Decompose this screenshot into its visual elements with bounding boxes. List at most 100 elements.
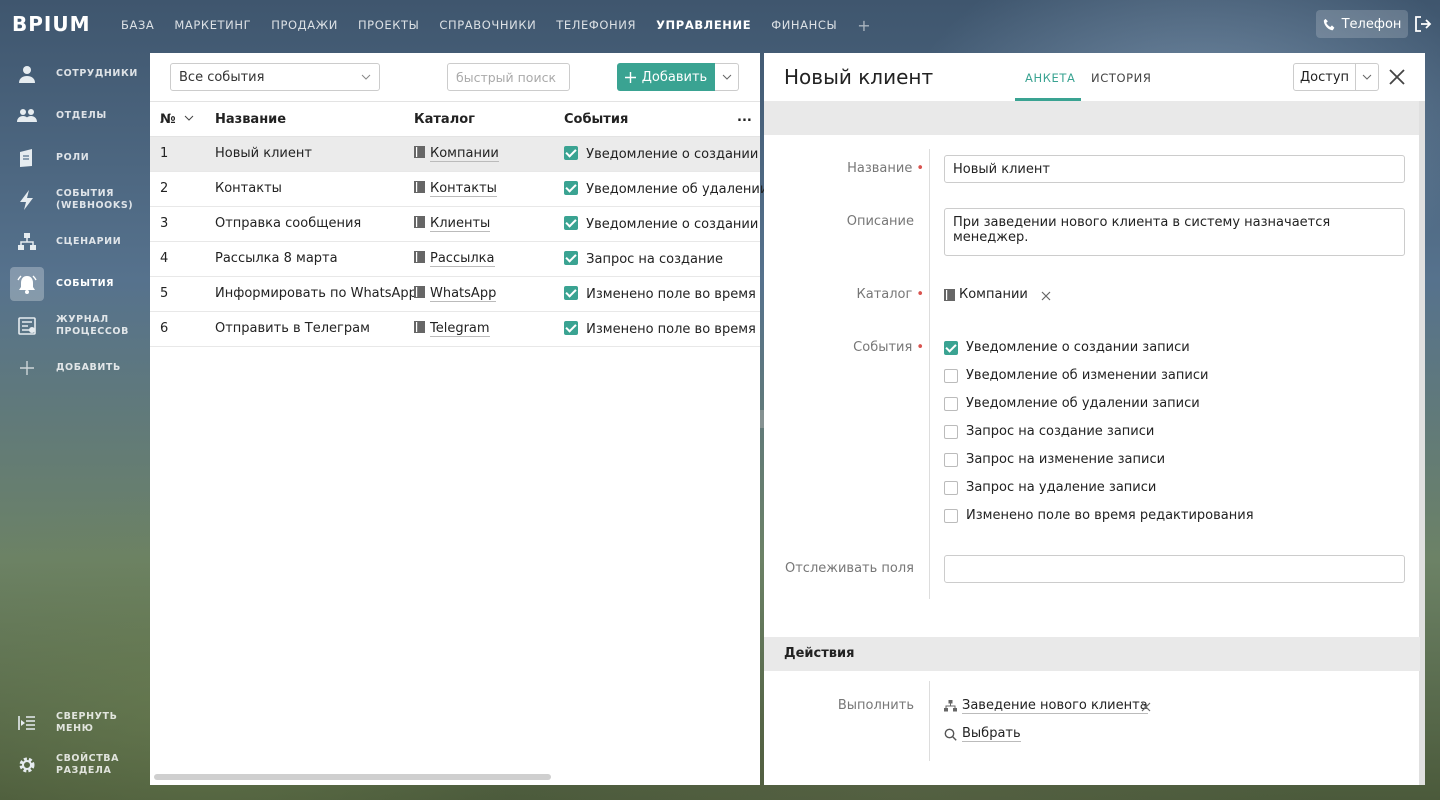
sidebar-item-process-journal[interactable]: ЖУРНАЛ ПРОЦЕССОВ (10, 308, 148, 344)
topnav-item-finance[interactable]: ФИНАНСЫ (761, 18, 847, 32)
column-header-name[interactable]: Название (215, 112, 286, 127)
tab-anketa[interactable]: АНКЕТА (1025, 71, 1075, 85)
topnav-item-sales[interactable]: ПРОДАЖИ (261, 18, 348, 32)
sidebar-collapse-menu[interactable]: СВЕРНУТЬ МЕНЮ (10, 705, 148, 741)
column-header-events[interactable]: События (564, 112, 628, 127)
sidebar-item-label: СЦЕНАРИИ (56, 236, 122, 247)
phone-button[interactable]: Телефон (1316, 10, 1408, 38)
event-checkbox-update-notify[interactable]: Уведомление об изменении записи (944, 368, 1208, 383)
quick-search-input[interactable] (447, 63, 570, 91)
book-icon (414, 251, 425, 263)
row-catalog[interactable]: Контакты (414, 181, 497, 197)
add-dropdown-button[interactable] (715, 63, 739, 91)
row-event: Уведомление об удалении (564, 181, 768, 197)
event-checkbox-create-notify[interactable]: Уведомление о создании записи (944, 340, 1190, 355)
row-catalog[interactable]: Рассылка (414, 251, 495, 267)
action-scenario-link[interactable]: Заведение нового клиента (944, 698, 1148, 714)
row-num: 3 (160, 216, 169, 231)
sidebar-item-label: ОТДЕЛЫ (56, 110, 107, 121)
topnav-item-telephony[interactable]: ТЕЛЕФОНИЯ (546, 18, 646, 32)
sidebar-item-employees[interactable]: СОТРУДНИКИ (10, 56, 148, 92)
events-filter-value: Все события (179, 69, 265, 85)
topnav-item-baza[interactable]: БАЗА (111, 18, 164, 32)
remove-action-icon[interactable] (1141, 702, 1151, 712)
name-field[interactable] (944, 155, 1405, 183)
topnav-item-directories[interactable]: СПРАВОЧНИКИ (429, 18, 546, 32)
field-labels: Название • Описание Каталог • События • Отс… (764, 53, 924, 785)
event-checkbox-create-request[interactable]: Запрос на создание записи (944, 424, 1154, 439)
row-catalog[interactable]: Telegram (414, 321, 490, 337)
topnav-add-icon[interactable]: + (847, 16, 880, 35)
track-fields-input[interactable] (944, 555, 1405, 583)
chevron-down-icon (1362, 74, 1372, 80)
sidebar-item-label: ДОБАВИТЬ (56, 362, 121, 373)
sidebar-item-roles[interactable]: РОЛИ (10, 140, 148, 176)
checkbox-unchecked (944, 508, 958, 523)
journal-icon (10, 309, 44, 343)
checkbox-unchecked (944, 452, 958, 467)
event-checkbox-delete-request[interactable]: Запрос на удаление записи (944, 480, 1156, 495)
sidebar-item-label: СВОЙСТВА РАЗДЕЛА (56, 753, 120, 776)
app-logo[interactable]: BPIUM (12, 12, 91, 36)
remove-catalog-icon[interactable] (1041, 291, 1051, 301)
select-action-button[interactable]: Выбрать (944, 726, 1021, 742)
sidebar-item-add[interactable]: ДОБАВИТЬ (10, 350, 148, 386)
access-button[interactable]: Доступ (1293, 63, 1356, 91)
row-catalog[interactable]: Компании (414, 146, 499, 162)
topnav-item-marketing[interactable]: МАРКЕТИНГ (164, 18, 261, 32)
sidebar-item-label: СОТРУДНИКИ (56, 68, 138, 79)
catalog-value-label: Компании (959, 287, 1028, 302)
book-icon (414, 146, 425, 158)
table-row[interactable]: 2 Контакты Контакты Уведомление об удале… (150, 172, 768, 207)
checkbox-checked (944, 340, 958, 355)
select-action-label: Выбрать (962, 726, 1021, 742)
table-row[interactable]: 6 Отправить в Телеграм Telegram Изменено… (150, 312, 760, 347)
topnav-item-projects[interactable]: ПРОЕКТЫ (348, 18, 429, 32)
event-checkbox-field-changed[interactable]: Изменено поле во время редактирования (944, 508, 1254, 523)
column-header-catalog[interactable]: Каталог (414, 112, 475, 127)
event-checkbox-delete-notify[interactable]: Уведомление об удалении записи (944, 396, 1200, 411)
row-name: Рассылка 8 марта (215, 251, 338, 266)
topnav-item-management[interactable]: УПРАВЛЕНИЕ (646, 18, 761, 32)
field-divider (929, 681, 930, 761)
field-label-catalog: Каталог • (856, 287, 925, 302)
row-catalog[interactable]: Клиенты (414, 216, 491, 232)
collapse-menu-icon (10, 706, 44, 740)
sidebar-item-scenarios[interactable]: СЦЕНАРИИ (10, 224, 148, 260)
columns-more-button[interactable]: ... (737, 110, 752, 125)
vertical-scrollbar[interactable] (1419, 101, 1425, 785)
events-filter-select[interactable]: Все события (170, 63, 380, 91)
sidebar-item-events[interactable]: СОБЫТИЯ (10, 266, 148, 302)
column-header-num[interactable]: № (160, 112, 194, 127)
event-checkbox-update-request[interactable]: Запрос на изменение записи (944, 452, 1165, 467)
chevron-down-icon (722, 74, 731, 80)
field-label-execute: Выполнить (837, 698, 914, 713)
table-row[interactable]: 4 Рассылка 8 марта Рассылка Запрос на со… (150, 242, 760, 277)
description-field[interactable]: При заведении нового клиента в систему н… (944, 208, 1405, 256)
row-name: Отправка сообщения (215, 216, 362, 231)
field-label-description: Описание (846, 214, 914, 229)
table-row[interactable]: 3 Отправка сообщения Клиенты Уведомление… (150, 207, 760, 242)
add-button-label: Добавить (641, 69, 708, 85)
checkbox-unchecked (944, 424, 958, 439)
tab-history[interactable]: ИСТОРИЯ (1091, 71, 1151, 85)
sidebar-item-webhooks[interactable]: СОБЫТИЯ (WEBHOOKS) (10, 182, 148, 218)
actions-title: Действия (784, 646, 855, 661)
close-icon[interactable] (1388, 68, 1406, 86)
row-catalog[interactable]: WhatsApp (414, 286, 497, 302)
catalog-value[interactable]: Компании (944, 287, 1028, 302)
table-row[interactable]: 5 Информировать по WhatsApp WhatsApp Изм… (150, 277, 760, 312)
row-num: 1 (160, 146, 169, 161)
table-row[interactable]: 1 Новый клиент Компании Уведомление о со… (150, 137, 760, 172)
logout-icon[interactable] (1414, 15, 1432, 33)
user-icon (10, 57, 44, 91)
sidebar-item-departments[interactable]: ОТДЕЛЫ (10, 98, 148, 134)
sidebar-section-settings[interactable]: СВОЙСТВА РАЗДЕЛА (10, 747, 148, 783)
book-icon (414, 321, 425, 333)
sidebar-item-label: СОБЫТИЯ (WEBHOOKS) (56, 188, 134, 211)
access-dropdown-button[interactable] (1355, 63, 1379, 91)
row-name: Контакты (215, 181, 282, 196)
add-button[interactable]: Добавить (617, 63, 715, 91)
horizontal-scrollbar[interactable] (154, 774, 551, 780)
top-nav: БАЗА МАРКЕТИНГ ПРОДАЖИ ПРОЕКТЫ СПРАВОЧНИ… (111, 0, 881, 50)
